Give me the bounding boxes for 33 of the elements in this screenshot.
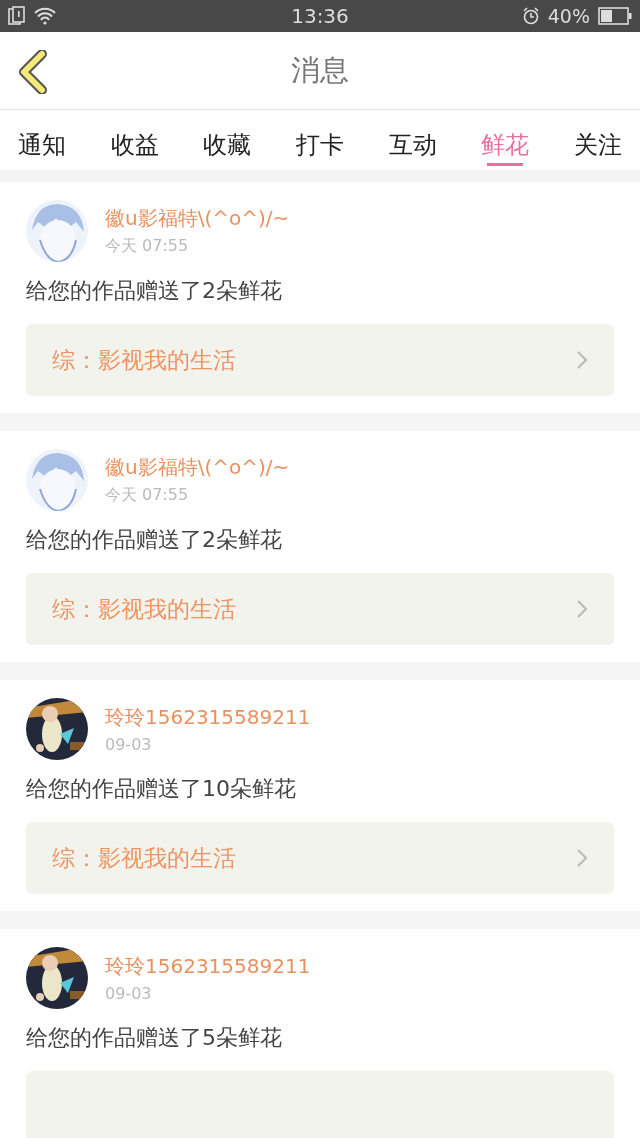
message-time: 今天 07:55 <box>105 236 190 257</box>
chevron-right-icon <box>576 599 588 619</box>
chevron-right-icon <box>576 848 588 868</box>
alarm-icon <box>521 7 540 25</box>
message-text: 给您的作品赠送了10朵鲜花 <box>26 775 297 803</box>
message-text: 给您的作品赠送了2朵鲜花 <box>26 277 283 305</box>
message-time: 今天 07:55 <box>105 485 190 506</box>
user-name[interactable]: 玲玲1562315589211 <box>105 953 311 980</box>
user-name[interactable]: 徽u影福特\(^o^)/~ <box>105 454 290 481</box>
tab[interactable]: 通知 <box>8 110 76 170</box>
sim-icon <box>8 6 26 26</box>
tab[interactable]: 打卡 <box>285 110 354 170</box>
page-title: 消息 <box>291 51 349 89</box>
tab[interactable]: 互动 <box>378 110 447 170</box>
work-link[interactable]: 综：影视我的生活 <box>26 324 614 396</box>
work-link[interactable]: 综：影视我的生活 <box>26 822 614 894</box>
message-text: 给您的作品赠送了5朵鲜花 <box>26 1024 283 1052</box>
chevron-right-icon <box>576 350 588 370</box>
tab[interactable]: 收益 <box>100 110 169 170</box>
message-time: 09-03 <box>105 984 153 1003</box>
battery-icon <box>598 7 632 25</box>
user-name[interactable]: 玲玲1562315589211 <box>105 704 311 731</box>
back-button[interactable] <box>16 50 50 94</box>
battery-percent: 40% <box>547 5 590 27</box>
tab[interactable]: 鲜花 <box>471 110 540 170</box>
tab[interactable]: 关注 <box>563 110 632 170</box>
wifi-icon <box>34 7 56 25</box>
message-time: 09-03 <box>105 735 153 754</box>
tab[interactable]: 收藏 <box>193 110 262 170</box>
user-name[interactable]: 徽u影福特\(^o^)/~ <box>105 205 290 232</box>
message-text: 给您的作品赠送了2朵鲜花 <box>26 526 283 554</box>
clock-time: 13:36 <box>291 4 349 28</box>
work-link[interactable]: 综：影视我的生活 <box>26 573 614 645</box>
